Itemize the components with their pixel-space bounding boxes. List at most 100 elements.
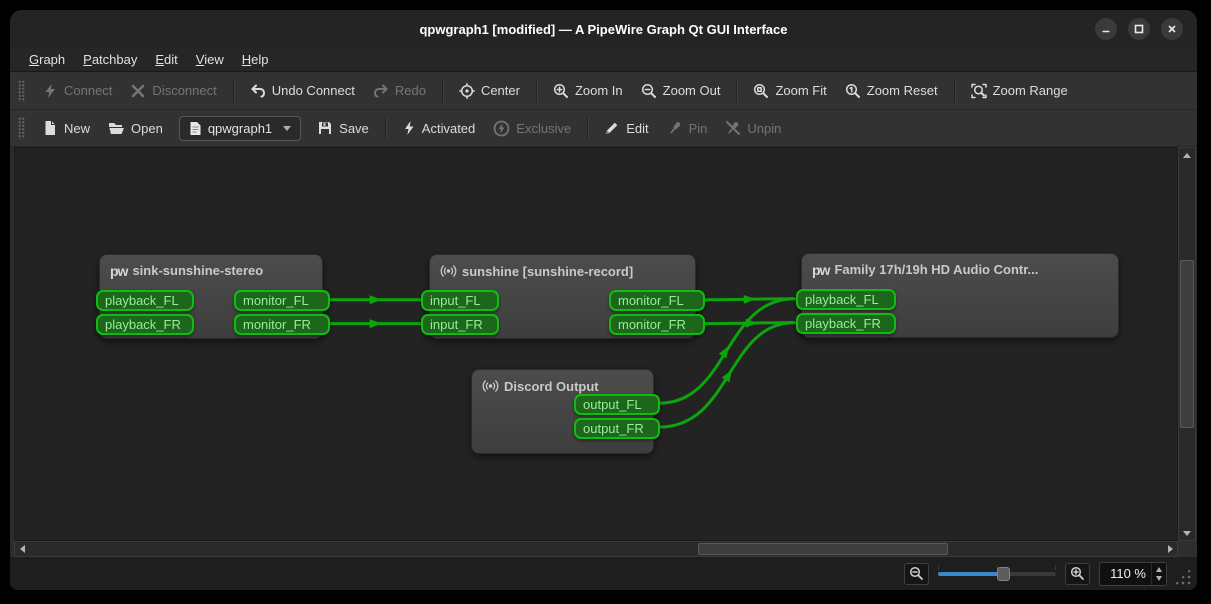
- minimize-button[interactable]: [1095, 18, 1117, 40]
- spin-down-icon: [1156, 576, 1162, 581]
- statusbar-zoom-in-button[interactable]: [1065, 563, 1090, 585]
- horizontal-scroll-thumb[interactable]: [698, 543, 947, 555]
- wire-arrow-icon: [746, 319, 758, 328]
- save-button[interactable]: Save: [308, 115, 378, 141]
- vertical-scroll-track[interactable]: [1179, 162, 1195, 526]
- toolbar-main: Connect Disconnect Undo Connect Redo: [10, 72, 1197, 110]
- port-family-playback-fl[interactable]: playback_FL: [796, 289, 896, 310]
- stream-icon: [482, 378, 499, 394]
- menu-edit[interactable]: Edit: [146, 50, 186, 69]
- port-family-playback-fr[interactable]: playback_FR: [796, 313, 896, 334]
- graph-canvas[interactable]: pw sink-sunshine-stereo sunshine [sunshi…: [14, 147, 1178, 541]
- edit-button[interactable]: Edit: [595, 115, 657, 141]
- pipewire-icon: pw: [110, 264, 127, 278]
- menu-view[interactable]: View: [187, 50, 233, 69]
- port-sink-playback-fl[interactable]: playback_FL: [96, 290, 194, 311]
- save-icon: [317, 120, 333, 136]
- node-title: pw sink-sunshine-stereo: [100, 255, 322, 282]
- maximize-button[interactable]: [1128, 18, 1150, 40]
- port-discord-output-fr[interactable]: output_FR: [574, 418, 660, 439]
- statusbar: 110 %: [10, 557, 1197, 590]
- wire-arrow-icon: [370, 319, 382, 328]
- port-sink-monitor-fr[interactable]: monitor_FR: [234, 314, 330, 335]
- zoom-range-button[interactable]: Zoom Range: [962, 78, 1077, 104]
- wire-arrow-icon: [719, 344, 733, 359]
- connections-layer: [15, 148, 1177, 540]
- port-sunshine-input-fl[interactable]: input_FL: [421, 290, 499, 311]
- toolbar-drag-handle[interactable]: [18, 117, 25, 139]
- unpin-icon: [725, 120, 741, 136]
- activated-button[interactable]: Activated: [393, 115, 484, 141]
- new-file-icon: [42, 120, 58, 136]
- redo-icon: [373, 83, 389, 99]
- zoom-fit-button[interactable]: Zoom Fit: [744, 78, 835, 104]
- connection-line[interactable]: [704, 323, 795, 324]
- close-icon: [1166, 23, 1178, 35]
- wire-arrow-icon: [370, 295, 382, 304]
- exclusive-button[interactable]: Exclusive: [484, 115, 580, 142]
- titlebar[interactable]: qpwgraph1 [modified] — A PipeWire Graph …: [10, 10, 1197, 48]
- scroll-right-button[interactable]: [1163, 542, 1177, 556]
- triangle-down-icon: [1183, 531, 1191, 536]
- horizontal-scrollbar[interactable]: [14, 541, 1178, 557]
- slider-handle[interactable]: [997, 567, 1010, 581]
- pin-button[interactable]: Pin: [658, 115, 717, 141]
- zoom-fit-icon: [753, 83, 769, 99]
- menu-graph[interactable]: Graph: [20, 50, 74, 69]
- toolbar-drag-handle[interactable]: [18, 80, 25, 102]
- port-sink-playback-fr[interactable]: playback_FR: [96, 314, 194, 335]
- pin-icon: [667, 120, 683, 136]
- toolbar-separator: [233, 79, 234, 103]
- chevron-down-icon: [283, 126, 291, 131]
- disconnect-button[interactable]: Disconnect: [121, 78, 225, 104]
- toolbar-separator: [536, 79, 537, 103]
- open-button[interactable]: Open: [99, 115, 172, 141]
- zoom-in-button[interactable]: Zoom In: [544, 78, 632, 104]
- zoom-out-button[interactable]: Zoom Out: [632, 78, 730, 104]
- window-resize-grip[interactable]: [1173, 567, 1192, 586]
- app-window: qpwgraph1 [modified] — A PipeWire Graph …: [10, 10, 1197, 590]
- scroll-left-button[interactable]: [15, 542, 29, 556]
- patchbay-profile-combo[interactable]: qpwgraph1: [179, 116, 301, 141]
- vertical-scrollbar[interactable]: [1178, 147, 1196, 541]
- statusbar-zoom-out-button[interactable]: [904, 563, 929, 585]
- stream-icon: [440, 263, 457, 279]
- new-button[interactable]: New: [33, 115, 99, 141]
- connection-line[interactable]: [704, 299, 795, 300]
- undo-icon: [250, 83, 266, 99]
- port-discord-output-fl[interactable]: output_FL: [574, 394, 660, 415]
- undo-connect-button[interactable]: Undo Connect: [241, 78, 364, 104]
- port-sunshine-monitor-fr[interactable]: monitor_FR: [609, 314, 705, 335]
- port-sunshine-monitor-fl[interactable]: monitor_FL: [609, 290, 705, 311]
- zoom-reset-icon: [845, 83, 861, 99]
- zoom-slider[interactable]: [938, 563, 1056, 585]
- toolbar-separator: [954, 79, 955, 103]
- zoom-in-icon: [553, 83, 569, 99]
- zoom-range-icon: [971, 83, 987, 99]
- zoom-out-small-icon: [909, 566, 924, 581]
- vertical-scroll-thumb[interactable]: [1180, 260, 1194, 427]
- spinbox-arrows[interactable]: [1151, 563, 1166, 585]
- exclusive-bolt-circle-icon: [493, 120, 510, 137]
- unpin-button[interactable]: Unpin: [716, 115, 790, 141]
- zoom-out-icon: [641, 83, 657, 99]
- horizontal-scroll-track[interactable]: [29, 542, 1163, 556]
- zoom-percent-spinbox[interactable]: 110 %: [1099, 562, 1167, 586]
- menu-patchbay[interactable]: Patchbay: [74, 50, 146, 69]
- window-title: qpwgraph1 [modified] — A PipeWire Graph …: [419, 22, 787, 37]
- wire-arrow-icon: [744, 295, 756, 304]
- port-sink-monitor-fl[interactable]: monitor_FL: [234, 290, 330, 311]
- scroll-up-button[interactable]: [1179, 148, 1195, 162]
- open-folder-icon: [108, 120, 125, 136]
- center-button[interactable]: Center: [450, 78, 529, 104]
- menu-help[interactable]: Help: [233, 50, 278, 69]
- close-button[interactable]: [1161, 18, 1183, 40]
- redo-button[interactable]: Redo: [364, 78, 435, 104]
- zoom-reset-button[interactable]: Zoom Reset: [836, 78, 947, 104]
- spin-up-icon: [1156, 567, 1162, 572]
- slider-groove-filled[interactable]: [938, 572, 1003, 576]
- scroll-down-button[interactable]: [1179, 526, 1195, 540]
- slider-groove[interactable]: [1003, 572, 1056, 576]
- connect-button[interactable]: Connect: [33, 78, 121, 104]
- port-sunshine-input-fr[interactable]: input_FR: [421, 314, 499, 335]
